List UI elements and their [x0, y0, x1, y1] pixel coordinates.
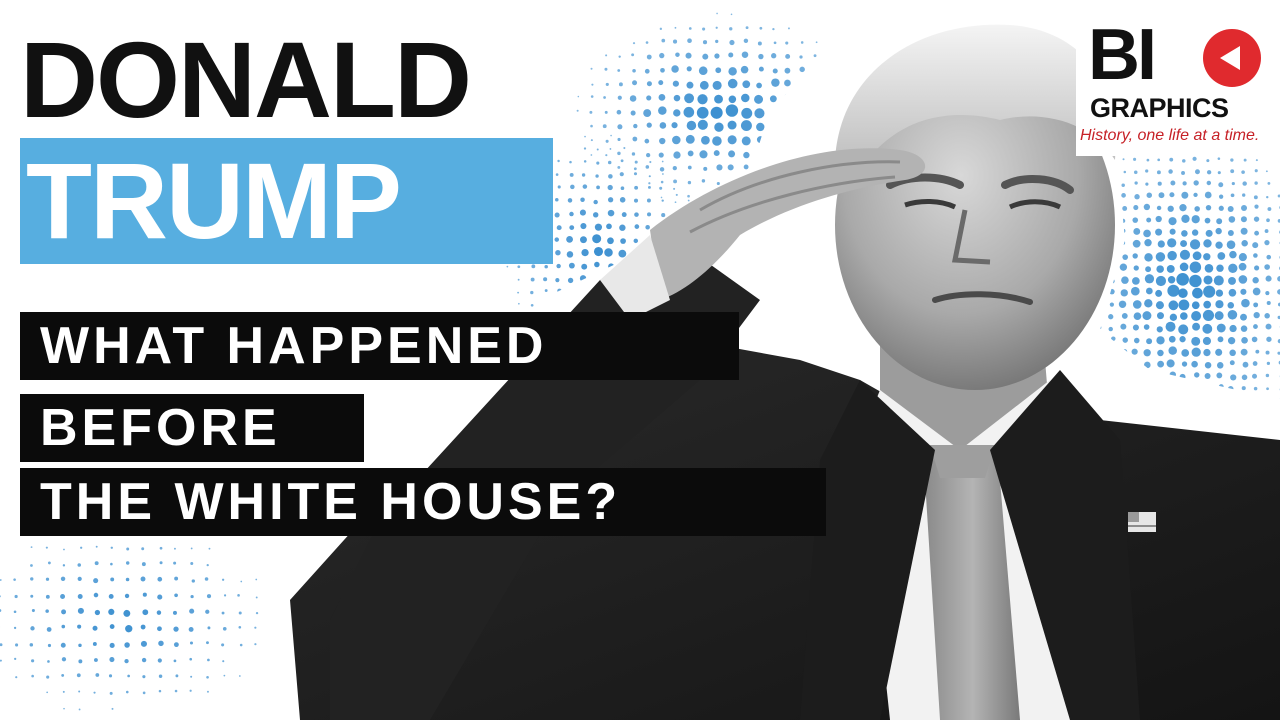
subtitle-line-2: BEFORE	[20, 394, 364, 462]
title-line-2: TRUMP	[26, 140, 402, 261]
title-line-1: DONALD	[20, 19, 472, 140]
play-circle-icon	[1203, 29, 1261, 87]
biographics-logo: BI GRAPHICS History, one life at a time.	[1076, 16, 1276, 156]
logo-wordmark-top: BI	[1088, 15, 1157, 95]
thumbnail: DONALD TRUMP WHAT HAPPENED BEFORE THE WH…	[0, 0, 1280, 720]
logo-tagline: History, one life at a time.	[1080, 127, 1260, 144]
subtitle-line-3: THE WHITE HOUSE?	[20, 468, 826, 536]
subtitle-line-1: WHAT HAPPENED	[20, 312, 739, 380]
logo-wordmark-bottom: GRAPHICS	[1090, 93, 1229, 123]
